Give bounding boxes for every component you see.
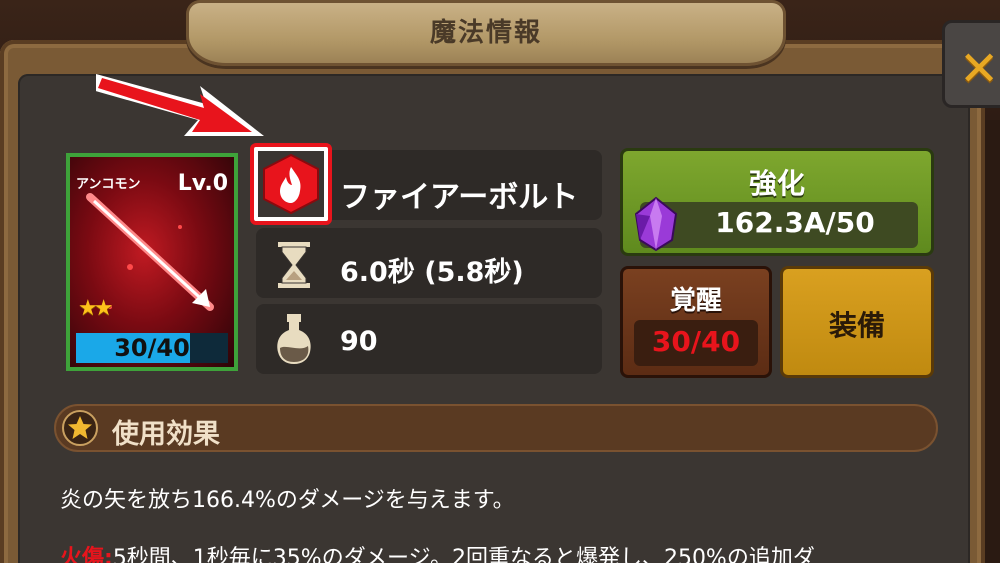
equip-label: 装備 [828,309,885,342]
skill-name: ファイアーボルト [340,180,579,215]
hourglass-icon [278,242,310,288]
burn-keyword: 火傷: [60,546,113,563]
card-level: Lv.0 [177,171,228,196]
star-rating: ★★ [78,296,114,321]
skill-card[interactable]: アンコモン Lv.0 ★★ 30/40 [66,153,238,371]
awaken-label: 覚醒 [669,286,722,316]
close-x-icon: ✕ [959,41,1000,97]
page-title: 魔法情報 [429,18,542,48]
close-button[interactable]: ✕ [942,20,1000,108]
card-rarity: アンコモン [76,177,141,192]
effect-title: 使用効果 [112,419,220,450]
star-badge-icon [62,410,98,446]
red-arrow-icon [96,74,264,136]
purple-crystal-icon [634,196,678,252]
cooldown-value: 6.0秒 (5.8秒) [340,257,524,288]
upgrade-cost-value: 162.3A/50 [715,206,875,239]
card-progress-text: 30/40 [114,334,190,362]
fire-icon [263,153,319,215]
mana-value: 90 [340,326,378,357]
burn-text: 5秒間、1秒毎に35%のダメージ。2回重なると爆発し、250%の追加ダ [112,546,815,563]
skill-icon-highlight [250,143,332,225]
potion-icon [277,314,311,364]
burn-effect-line: 火傷:5秒間、1秒毎に35%のダメージ。2回重なると爆発し、250%の追加ダ [60,540,990,563]
effect-description: 炎の矢を放ち166.4%のダメージを与えます。 [60,488,515,513]
awaken-value: 30/40 [651,325,741,358]
